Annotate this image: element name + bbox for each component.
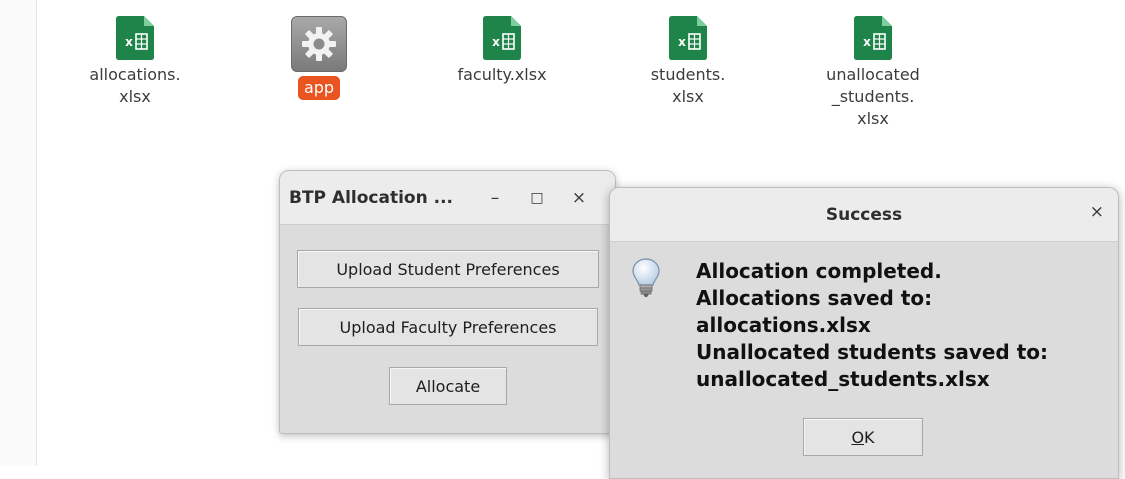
message-line: Allocation completed. (696, 259, 942, 283)
file-unallocated-students-xlsx[interactable]: x unallocated _students. xlsx (808, 16, 938, 130)
file-students-xlsx[interactable]: x students. xlsx (623, 16, 753, 108)
message-line: Allocations saved to: (696, 286, 933, 310)
excel-file-icon: x (669, 16, 707, 60)
minimize-icon[interactable]: – (474, 188, 516, 208)
message-line: allocations.xlsx (696, 313, 871, 337)
upload-student-preferences-button[interactable]: Upload Student Preferences (297, 250, 599, 288)
file-label-selected: app (297, 76, 341, 100)
svg-text:x: x (125, 35, 133, 49)
allocate-button[interactable]: Allocate (389, 367, 507, 405)
svg-text:x: x (678, 35, 686, 49)
file-label: faculty.xlsx (457, 65, 547, 84)
upload-faculty-preferences-button[interactable]: Upload Faculty Preferences (298, 308, 598, 346)
success-dialog: Success × Allocation completed. Allocati… (609, 187, 1119, 479)
excel-file-icon: x (483, 16, 521, 60)
window-titlebar[interactable]: BTP Allocation ... – □ × (280, 171, 615, 225)
left-sidebar-strip (0, 0, 37, 466)
close-icon[interactable]: × (558, 188, 600, 208)
svg-text:x: x (492, 35, 500, 49)
dialog-message: Allocation completed. Allocations saved … (696, 258, 1111, 393)
dialog-titlebar[interactable]: Success × (610, 188, 1118, 242)
ok-mnemonic: O (851, 427, 865, 447)
file-label: unallocated _students. xlsx (826, 65, 920, 128)
ok-button[interactable]: OK (803, 418, 923, 456)
excel-file-icon: x (116, 16, 154, 60)
file-faculty-xlsx[interactable]: x faculty.xlsx (437, 16, 567, 86)
file-label: students. xlsx (650, 65, 726, 106)
btp-allocation-window: BTP Allocation ... – □ × Upload Student … (279, 170, 616, 434)
message-line: unallocated_students.xlsx (696, 367, 990, 391)
gear-executable-icon (291, 16, 347, 72)
lightbulb-info-icon (632, 258, 660, 302)
excel-file-icon: x (854, 16, 892, 60)
file-allocations-xlsx[interactable]: x allocations. xlsx (70, 16, 200, 108)
close-icon[interactable]: × (1090, 202, 1104, 222)
file-label: allocations. xlsx (89, 65, 181, 106)
message-line: Unallocated students saved to: (696, 340, 1049, 364)
dialog-title: Success (825, 204, 903, 225)
ok-label: K (864, 427, 875, 447)
svg-text:x: x (863, 35, 871, 49)
maximize-icon[interactable]: □ (516, 190, 558, 206)
window-title: BTP Allocation ... (289, 187, 453, 208)
file-app[interactable]: app (254, 16, 384, 100)
